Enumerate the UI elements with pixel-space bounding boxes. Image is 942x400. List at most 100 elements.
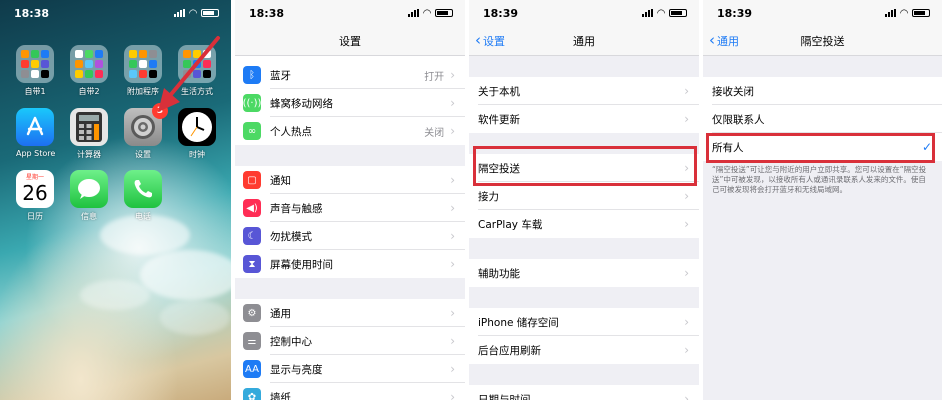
settings-row-notifications[interactable]: ▢ 通知 › [235,166,465,194]
chevron-right-icon: › [450,68,455,82]
chevron-right-icon: › [450,229,455,243]
row-label: 软件更新 [478,113,520,126]
row-label: 蓝牙 [270,69,291,82]
signal-icon [885,9,897,17]
signal-icon [408,9,420,17]
chevron-right-icon: › [684,315,689,329]
row-label: 后台应用刷新 [478,344,541,357]
page-title: 设置 [339,34,361,48]
status-time: 18:39 [483,6,519,20]
back-button[interactable]: ‹ 通用 [709,33,739,49]
nav-bar: ‹ 设置 通用 [469,26,699,56]
notification-icon: ▢ [243,171,261,189]
chevron-right-icon: › [450,306,455,320]
battery-icon [435,9,453,17]
wifi-icon: ◠ [423,7,431,19]
settings-row-screen-time[interactable]: ⧗ 屏幕使用时间 › [235,250,465,278]
general-row-about[interactable]: 关于本机 › [469,77,699,105]
nav-bar: 设置 [235,26,465,56]
row-label: 蜂窝移动网络 [270,97,333,110]
general-list: 关于本机 › 软件更新 › 隔空投送 › 接力 › CarPlay 车载 › 辅… [469,56,699,400]
airdrop-option-everyone[interactable]: 所有人 ✓ [703,133,942,161]
chevron-right-icon: › [450,257,455,271]
option-label: 接收关闭 [712,85,754,98]
row-label: 辅助功能 [478,267,520,280]
checkmark-icon: ✓ [921,140,932,154]
bluetooth-icon: ᛒ [243,66,261,84]
wifi-icon: ◠ [657,7,665,19]
settings-row-cellular[interactable]: ((·)) 蜂窝移动网络 › [235,89,465,117]
chevron-left-icon: ‹ [709,31,715,49]
page-title: 隔空投送 [800,34,845,48]
row-value: 关闭 [424,127,445,139]
battery-icon [669,9,687,17]
general-row-software-update[interactable]: 软件更新 › [469,105,699,133]
settings-row-hotspot[interactable]: ∞ 个人热点 关闭 › [235,117,465,145]
row-label: 隔空投送 [478,162,520,175]
row-label: 通用 [270,307,291,320]
sound-icon: ◀) [243,199,261,217]
status-time: 18:39 [717,6,753,20]
settings-list: ᛒ 蓝牙 打开 › ((·)) 蜂窝移动网络 › ∞ 个人热点 关闭 › ▢ 通… [235,56,465,400]
general-row-carplay[interactable]: CarPlay 车载 › [469,210,699,238]
general-row-background-refresh[interactable]: 后台应用刷新 › [469,336,699,364]
signal-icon [642,9,654,17]
settings-row-control-center[interactable]: ⚌ 控制中心 › [235,327,465,355]
settings-screen: 18:38 ◠ 设置 ᛒ 蓝牙 打开 › ((·)) 蜂窝移动网络 › ∞ 个人… [235,0,465,400]
chevron-right-icon: › [450,201,455,215]
home-screen: 18:38 ◠ 自带1 自带2 附加程序 生活方式 App Store 计算器 … [0,0,231,400]
row-label: 声音与触感 [270,202,323,215]
airdrop-option-contacts[interactable]: 仅限联系人 [703,105,942,133]
airdrop-options: 接收关闭 仅限联系人 所有人 ✓ “隔空投送”可让您与附近的用户立即共享。您可以… [703,56,942,195]
row-label: 显示与亮度 [270,363,323,376]
row-label: 个人热点 [270,125,312,138]
display-icon: AA [243,360,261,378]
status-time: 18:38 [249,6,285,20]
wallpaper-icon: ✿ [243,388,261,400]
airdrop-option-off[interactable]: 接收关闭 [703,77,942,105]
chevron-right-icon: › [450,334,455,348]
chevron-right-icon: › [450,390,455,400]
row-label: 控制中心 [270,335,312,348]
back-label: 设置 [483,34,505,48]
chevron-right-icon: › [684,392,689,400]
chevron-right-icon: › [450,124,455,138]
status-bar: 18:38 ◠ [235,0,465,26]
general-row-date-time[interactable]: 日期与时间 › [469,385,699,400]
general-row-airdrop[interactable]: 隔空投送 › [469,154,699,182]
status-bar: 18:39 ◠ [703,0,942,26]
row-label: 墙纸 [270,391,291,400]
nav-bar: ‹ 通用 隔空投送 [703,26,942,56]
chevron-right-icon: › [684,217,689,231]
row-label: 日期与时间 [478,393,531,400]
general-row-handoff[interactable]: 接力 › [469,182,699,210]
row-label: 通知 [270,174,291,187]
general-row-accessibility[interactable]: 辅助功能 › [469,259,699,287]
chevron-right-icon: › [450,173,455,187]
settings-row-sounds[interactable]: ◀) 声音与触感 › [235,194,465,222]
status-bar: 18:39 ◠ [469,0,699,26]
settings-row-display[interactable]: AA 显示与亮度 › [235,355,465,383]
settings-row-wallpaper[interactable]: ✿ 墙纸 › [235,383,465,400]
general-row-storage[interactable]: iPhone 储存空间 › [469,308,699,336]
back-label: 通用 [717,34,739,48]
option-label: 仅限联系人 [712,113,765,126]
airdrop-description: “隔空投送”可让您与附近的用户立即共享。您可以设置在“隔空投送”中可被发现，以接… [712,165,927,194]
wifi-icon: ◠ [900,7,908,19]
settings-row-dnd[interactable]: ☾ 勿扰模式 › [235,222,465,250]
chevron-right-icon: › [450,96,455,110]
row-value: 打开 [424,71,445,83]
general-screen: 18:39 ◠ ‹ 设置 通用 关于本机 › 软件更新 › 隔空投送 › 接力 ›… [469,0,699,400]
battery-icon [912,9,930,17]
row-label: 勿扰模式 [270,230,312,243]
chevron-left-icon: ‹ [475,31,481,49]
gear-icon: ⚙ [243,304,261,322]
option-label: 所有人 [712,141,744,154]
cellular-icon: ((·)) [243,94,261,112]
settings-row-general[interactable]: ⚙ 通用 › [235,299,465,327]
row-label: 关于本机 [478,85,520,98]
chevron-right-icon: › [684,189,689,203]
settings-row-bluetooth[interactable]: ᛒ 蓝牙 打开 › [235,61,465,89]
chevron-right-icon: › [684,84,689,98]
back-button[interactable]: ‹ 设置 [475,33,505,49]
